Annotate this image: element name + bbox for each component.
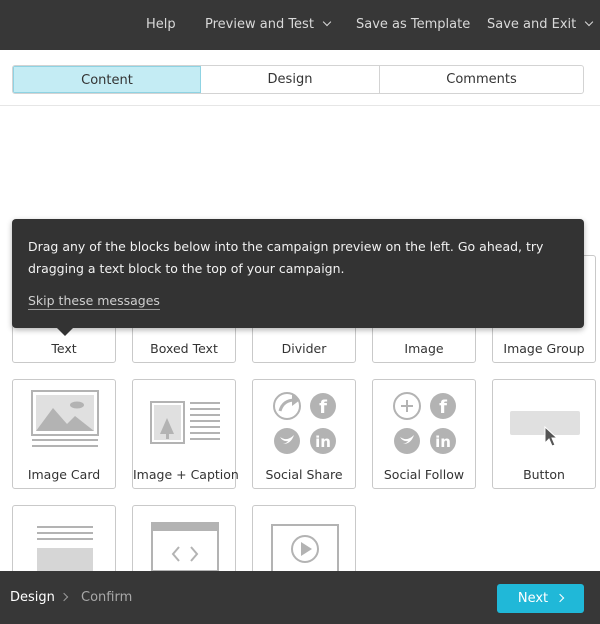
svg-text:f: f: [439, 397, 447, 418]
code-block-icon: [151, 522, 219, 572]
svg-text:in: in: [315, 433, 331, 451]
social-follow-icon: f in: [393, 392, 456, 454]
block-social-follow[interactable]: f in Social Follow: [372, 379, 476, 489]
save-and-exit-label: Save and Exit: [487, 17, 577, 32]
tooltip-message: Drag any of the blocks below into the ca…: [28, 239, 544, 276]
block-image-caption[interactable]: Image + Caption: [132, 379, 239, 489]
chevron-down-icon: [585, 17, 594, 27]
block-label: Social Share: [265, 467, 343, 482]
preview-and-test-menu[interactable]: Preview and Test: [205, 0, 332, 50]
image-caption-icon: [150, 401, 220, 444]
video-block-icon: [271, 524, 339, 574]
block-label: Divider: [281, 341, 327, 356]
block-label: Image: [404, 341, 444, 356]
divider: [0, 105, 600, 106]
block-label: Boxed Text: [150, 341, 218, 356]
chevron-right-icon: [59, 592, 69, 602]
help-menu[interactable]: Help: [146, 0, 176, 50]
block-social-share[interactable]: f in Social Share: [252, 379, 356, 489]
save-as-template-button[interactable]: Save as Template: [356, 0, 470, 50]
block-label: Text: [51, 341, 77, 356]
chevron-right-icon: [555, 593, 565, 603]
next-button[interactable]: Next: [497, 584, 584, 613]
tab-comments[interactable]: Comments: [380, 66, 583, 93]
tab-design[interactable]: Design: [201, 66, 380, 93]
next-label: Next: [517, 591, 549, 606]
step-confirm[interactable]: Confirm: [81, 571, 132, 624]
save-and-exit-menu[interactable]: Save and Exit: [487, 0, 594, 50]
block-label: Button: [523, 467, 565, 482]
footer-bar: Design Confirm Next: [0, 571, 600, 624]
footer-block-icon: [37, 526, 93, 572]
svg-text:f: f: [319, 397, 327, 418]
block-label: Image Card: [27, 467, 101, 482]
tab-content[interactable]: Content: [13, 66, 201, 93]
preview-and-test-label: Preview and Test: [205, 17, 314, 32]
svg-text:in: in: [435, 433, 451, 451]
block-button[interactable]: Button: [492, 379, 596, 489]
content-tabs: Content Design Comments: [12, 65, 584, 94]
top-bar: Help Preview and Test Save as Template S…: [0, 0, 600, 50]
step-design[interactable]: Design: [10, 571, 55, 624]
image-card-icon: [31, 390, 99, 447]
button-icon: [510, 411, 580, 447]
tooltip-arrow: [57, 328, 73, 336]
block-label: Image Group: [503, 341, 585, 356]
skip-messages-link[interactable]: Skip these messages: [28, 293, 160, 310]
onboarding-tooltip: Drag any of the blocks below into the ca…: [12, 219, 584, 336]
social-share-icon: f in: [273, 392, 336, 454]
chevron-down-icon: [322, 17, 332, 27]
block-label: Image + Caption: [133, 467, 239, 482]
block-label: Social Follow: [383, 467, 465, 482]
block-image-card[interactable]: Image Card: [12, 379, 116, 489]
